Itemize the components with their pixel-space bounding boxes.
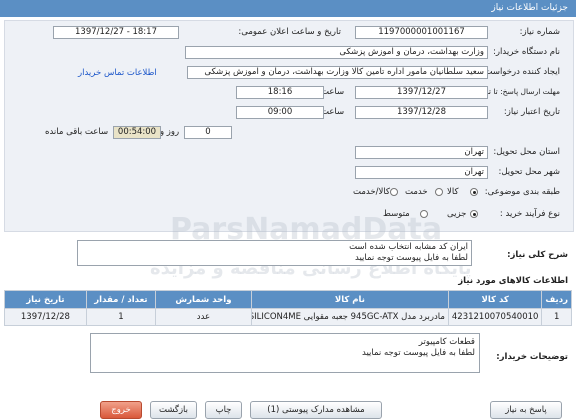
goods-table: ردیف کد کالا نام کالا واحد شمارش تعداد /… — [4, 290, 572, 326]
summary-label: شرح کلی نیاز: — [507, 250, 568, 260]
days-label: روز و — [160, 127, 180, 137]
send-date-field[interactable]: 1397/12/27 — [355, 86, 488, 99]
validity-time-field[interactable]: 09:00 — [236, 106, 324, 119]
buyer-contact-link[interactable]: اطلاعات تماس خریدار — [78, 68, 157, 78]
col-unit: واحد شمارش — [155, 290, 252, 309]
cell-code: 4231210070540010 — [447, 308, 543, 326]
validity-hour-label: ساعت — [321, 107, 345, 117]
buyer-label: نام دستگاه خریدار: — [493, 47, 560, 57]
category-radio-goods[interactable] — [470, 188, 478, 196]
process-option-minor: جزیی — [447, 209, 467, 219]
cell-name: مادربرد مدل 945GC-ATX جعبه مقوایی SILICO… — [250, 308, 449, 326]
category-radio-both[interactable] — [390, 188, 398, 196]
cell-row: 1 — [541, 308, 572, 326]
creator-field[interactable]: سعید سلطانیان مامور اداره تامین کالا وزا… — [187, 66, 488, 79]
announce-field[interactable]: 1397/12/27 - 18:17 — [53, 26, 179, 39]
process-radio-minor[interactable] — [470, 210, 478, 218]
summary-line-2: لطفا به فایل پیوست توجه نمایید — [355, 253, 468, 263]
city-field[interactable]: تهران — [355, 166, 488, 179]
goods-section-title: اطلاعات کالاهای مورد نیاز — [458, 276, 568, 286]
send-hour-label: ساعت — [321, 87, 345, 97]
print-button[interactable]: چاپ — [205, 401, 242, 419]
goods-table-header: ردیف کد کالا نام کالا واحد شمارش تعداد /… — [4, 290, 572, 309]
summary-textarea[interactable]: ایران کد مشابه انتخاب شده است لطفا به فا… — [77, 240, 472, 266]
need-number-label: شماره نیاز: — [519, 27, 560, 37]
province-field[interactable]: تهران — [355, 146, 488, 159]
validity-date-field[interactable]: 1397/12/28 — [355, 106, 488, 119]
buyer-notes-line-1: قطعات کامپیوتر — [418, 337, 475, 347]
category-radio-service[interactable] — [435, 188, 443, 196]
province-label: استان محل تحویل: — [493, 147, 560, 157]
buyer-notes-line-2: لطفا به فایل پیوست توجه نمایید — [362, 348, 475, 358]
city-label: شهر محل تحویل: — [498, 167, 560, 177]
summary-line-1: ایران کد مشابه انتخاب شده است — [349, 242, 468, 252]
col-code: کد کالا — [447, 290, 543, 309]
category-label: طبقه بندی موضوعی: — [484, 187, 560, 197]
buyer-field[interactable]: وزارت بهداشت، درمان و آموزش پزشکی — [185, 46, 488, 59]
need-number-field[interactable]: 1197000001001167 — [355, 26, 488, 39]
buyer-notes-textarea[interactable]: قطعات کامپیوتر لطفا به فایل پیوست توجه ن… — [90, 333, 480, 373]
cell-unit: عدد — [155, 308, 252, 326]
days-field: 0 — [184, 126, 232, 139]
exit-button[interactable]: خروج — [100, 401, 142, 419]
send-time-field[interactable]: 18:16 — [236, 86, 324, 99]
buyer-notes-label: توضیحات خریدار: — [496, 352, 568, 362]
category-option-goods: کالا — [447, 187, 459, 197]
col-date: تاریخ نیاز — [4, 290, 87, 309]
cell-date: 1397/12/28 — [4, 308, 87, 326]
table-row[interactable]: 1 4231210070540010 مادربرد مدل 945GC-ATX… — [4, 308, 572, 326]
view-attachments-button[interactable]: مشاهده مدارک پیوستی (1) — [250, 401, 382, 419]
reply-button[interactable]: پاسخ به نیاز — [490, 401, 562, 419]
validity-label: تاریخ اعتبار نیاز: — [503, 107, 560, 117]
creator-label: ایجاد کننده درخواست: — [481, 67, 560, 77]
remaining-time-field: 00:54:00 — [113, 126, 161, 139]
remaining-label: ساعت باقی مانده — [45, 127, 109, 137]
cell-qty: 1 — [85, 308, 157, 326]
col-row: ردیف — [541, 290, 572, 309]
window-title: جزئیات اطلاعات نیاز — [0, 0, 576, 17]
process-label: نوع فرآیند خرید : — [499, 209, 560, 219]
category-option-both: کالا/خدمت — [353, 187, 390, 197]
back-button[interactable]: بازگشت — [150, 401, 197, 419]
category-option-service: خدمت — [405, 187, 428, 197]
col-qty: تعداد / مقدار — [85, 290, 157, 309]
announce-label: تاریخ و ساعت اعلان عمومی: — [238, 27, 341, 37]
col-name: نام کالا — [250, 290, 449, 309]
